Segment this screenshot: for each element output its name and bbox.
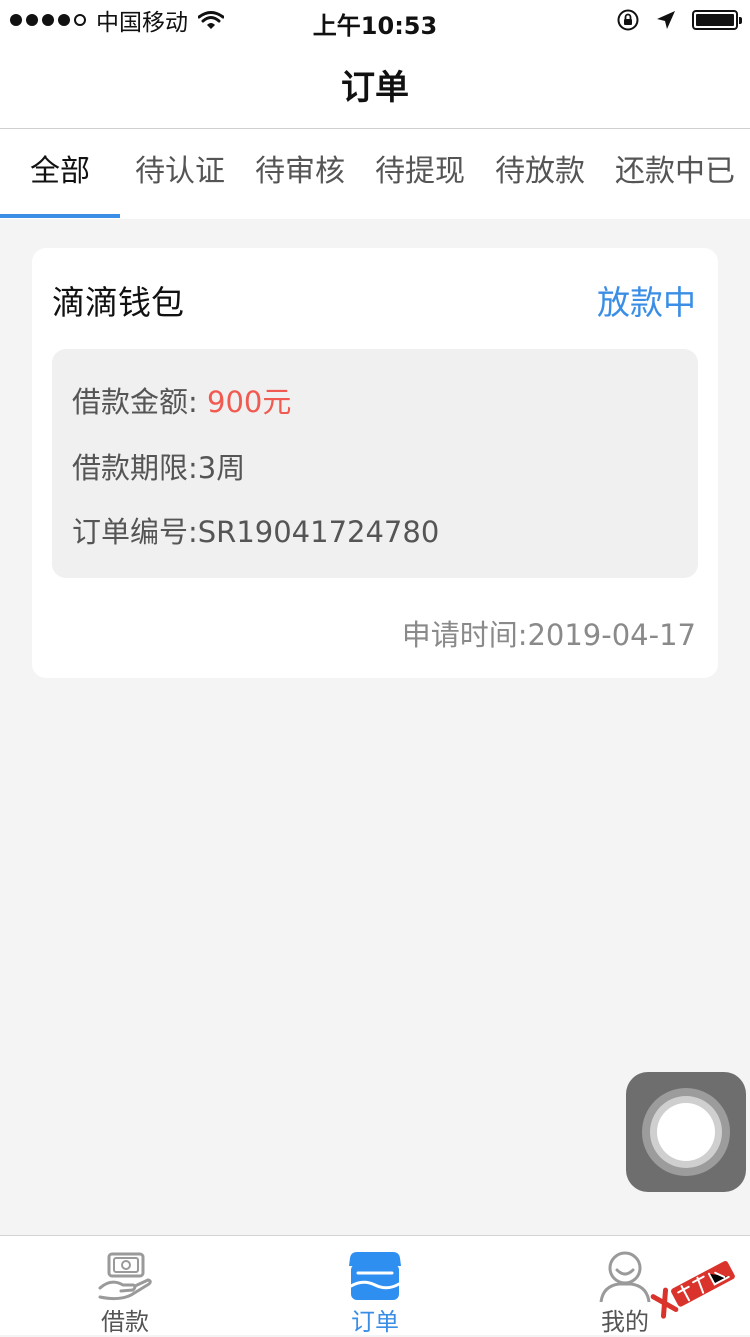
tab-pending-verification[interactable]: 待认证	[120, 129, 240, 219]
loan-amount-value: 900元	[207, 385, 292, 419]
loan-hand-icon	[98, 1252, 152, 1301]
status-right	[616, 7, 742, 33]
order-status-tabs: 全部 待认证 待审核 待提现 待放款 还款中 已	[0, 129, 750, 219]
page-title: 订单	[341, 67, 409, 108]
assistive-touch-button[interactable]	[626, 1072, 746, 1192]
order-card[interactable]: 滴滴钱包 放款中 借款金额: 900元 借款期限:3周 订单编号:SR19041…	[32, 248, 718, 678]
rotation-lock-icon	[617, 9, 639, 31]
tabbar-item-loan[interactable]: 借款	[0, 1236, 250, 1336]
location-arrow-icon	[657, 11, 675, 29]
status-bar: 中国移动 上午10:53	[0, 0, 750, 40]
apply-time: 申请时间:2019-04-17	[401, 618, 696, 652]
loan-term: 借款期限:3周	[72, 451, 246, 485]
tabbar-label-profile: 我的	[601, 1308, 649, 1336]
tabbar-item-orders[interactable]: 订单	[250, 1236, 500, 1336]
order-number: 订单编号:SR19041724780	[72, 515, 440, 549]
nav-bar: 订单	[0, 40, 750, 129]
lender-name: 滴滴钱包	[52, 283, 184, 322]
tab-all[interactable]: 全部	[0, 129, 120, 219]
order-status-badge: 放款中	[597, 283, 696, 322]
bottom-tab-bar: 借款 订单 我的	[0, 1235, 750, 1336]
tab-pending-review[interactable]: 待审核	[240, 129, 360, 219]
battery-icon	[692, 10, 742, 30]
order-shop-icon	[349, 1252, 401, 1300]
loan-amount-label: 借款金额:	[72, 385, 198, 419]
tabbar-label-orders: 订单	[351, 1308, 399, 1336]
tab-partial[interactable]: 已	[705, 129, 750, 219]
tab-pending-withdrawal[interactable]: 待提现	[360, 129, 480, 219]
tabbar-label-loan: 借款	[101, 1308, 149, 1336]
tab-repaying[interactable]: 还款中	[600, 129, 720, 219]
tab-pending-disbursement[interactable]: 待放款	[480, 129, 600, 219]
order-info-box: 借款金额: 900元 借款期限:3周 订单编号:SR19041724780	[52, 349, 698, 578]
loan-amount-row: 借款金额: 900元	[72, 379, 291, 421]
user-profile-icon	[599, 1251, 651, 1303]
